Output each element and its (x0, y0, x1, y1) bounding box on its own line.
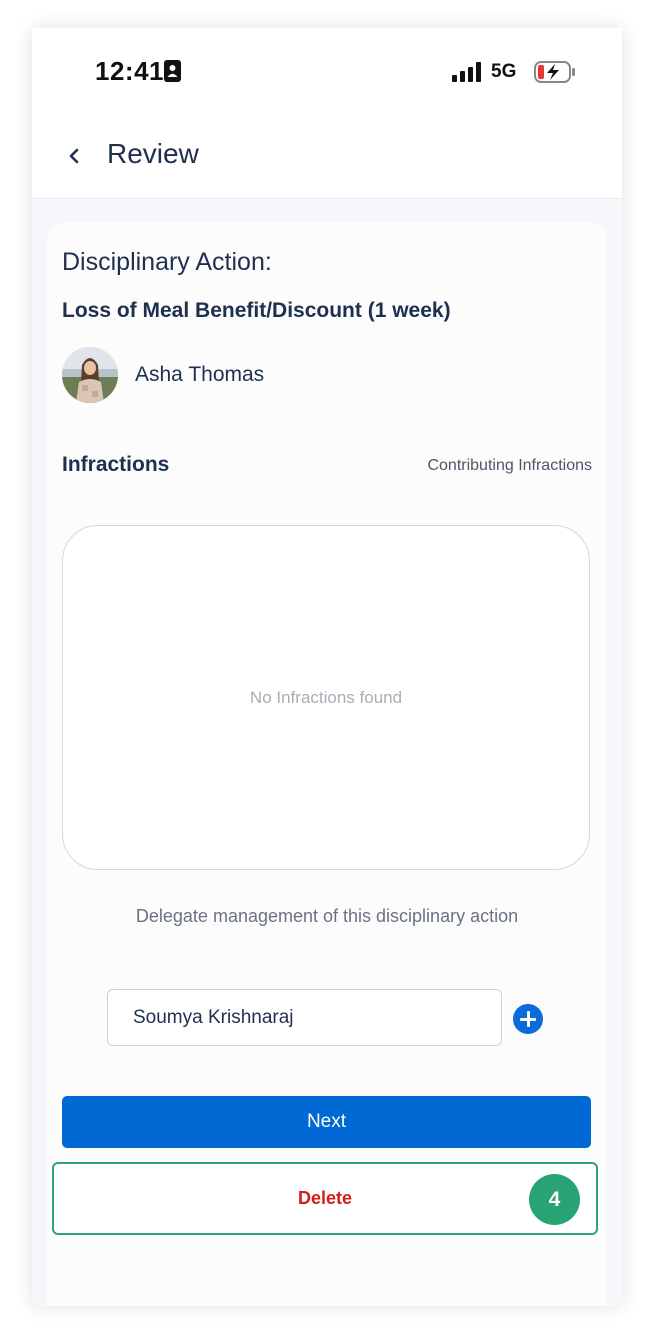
empty-state-text: No Infractions found (249, 687, 403, 707)
delete-button[interactable]: Delete (52, 1162, 598, 1235)
step-badge: 4 (529, 1174, 580, 1225)
employee-name: Asha Thomas (135, 363, 265, 386)
review-card: Disciplinary Action: Loss of Meal Benefi… (47, 222, 607, 1306)
chevron-left-icon (69, 148, 79, 164)
plus-circle-icon[interactable] (513, 1004, 543, 1034)
contributing-infractions-link[interactable]: Contributing Infractions (427, 457, 592, 475)
section-label: Disciplinary Action: (62, 248, 272, 276)
infractions-list: No Infractions found (62, 525, 590, 870)
signal-bars-icon (452, 62, 481, 82)
delegate-field[interactable]: Soumya Krishnaraj (107, 989, 502, 1046)
top-bar: 12:41 5G Review (32, 28, 622, 199)
avatar-photo (62, 347, 118, 403)
back-button[interactable] (58, 140, 90, 172)
avatar (62, 347, 118, 403)
battery-charging-icon (534, 61, 575, 83)
delegate-description: Delegate management of this disciplinary… (135, 906, 519, 926)
page-title: Review (107, 138, 199, 169)
next-button[interactable]: Next (62, 1096, 591, 1148)
status-time: 12:41 (95, 56, 164, 86)
phone-screen: 12:41 5G Review Disciplinary Action: Los… (32, 28, 622, 1306)
disciplinary-action-name: Loss of Meal Benefit/Discount (1 week) (62, 299, 451, 322)
id-badge-icon (164, 60, 181, 82)
network-label: 5G (491, 61, 517, 82)
infractions-heading: Infractions (62, 453, 170, 476)
